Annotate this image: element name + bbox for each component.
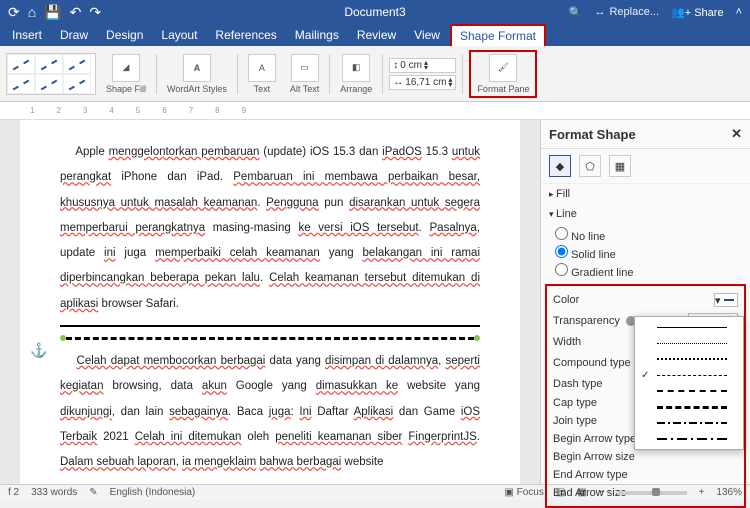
solid-line-shape[interactable] [60,325,480,327]
dash-option-square-dot[interactable] [635,351,743,367]
dash-option-round-dot[interactable] [635,335,743,351]
undo-icon[interactable]: ↶ [70,4,82,21]
replace-link[interactable]: ↔ Replace... [594,6,659,18]
color-picker[interactable]: ▾ [714,293,738,307]
dash-option-dash[interactable] [635,367,743,383]
width-label: Width [553,336,581,348]
panel-title: Format Shape [549,127,636,142]
zoom-slider[interactable] [617,491,687,495]
menubar: Insert Draw Design Layout References Mai… [0,24,750,46]
tab-layout[interactable]: Layout [153,25,205,45]
text-button[interactable]: AText [244,52,280,96]
home-icon[interactable]: ⌂ [28,4,36,20]
tab-insert[interactable]: Insert [4,25,50,45]
close-icon[interactable]: ✕ [731,126,742,142]
color-label: Color [553,294,579,306]
language-status[interactable]: English (Indonesia) [110,487,196,498]
tab-review[interactable]: Review [349,25,404,45]
arrange-button[interactable]: ◧Arrange [336,52,376,96]
focus-mode[interactable]: ▣ Focus [504,487,543,498]
cap-label: Cap type [553,397,597,409]
solid-line-radio[interactable]: Solid line [555,244,736,262]
dashed-line-shape[interactable] [60,335,480,341]
format-shape-panel: Format Shape ✕ ◆ ⬠ ▦ Fill Line No line S… [540,120,750,484]
paragraph-1: Apple menggelontorkan pembaruan (update)… [60,140,480,317]
tab-references[interactable]: References [207,25,284,45]
autosave-icon[interactable]: ⟳ [8,4,20,21]
fill-line-tab-icon[interactable]: ◆ [549,155,571,177]
begin-arrow-size-label: Begin Arrow size [553,451,635,463]
paragraph-2: Celah dapat membocorkan berbagai data ya… [60,349,480,475]
dash-option-long-dash-dot-dot[interactable] [635,431,743,447]
ruler[interactable]: 123456789 [0,102,750,120]
layout-tab-icon[interactable]: ▦ [609,155,631,177]
titlebar: ⟳ ⌂ 💾 ↶ ↷ Document3 🔍 ↔ Replace... 👥+ Sh… [0,0,750,24]
transparency-label: Transparency [553,315,620,327]
anchor-icon: ⚓ [30,335,47,366]
word-count[interactable]: 333 words [31,487,77,498]
spellcheck-icon[interactable]: ✎ [89,487,97,498]
compound-label: Compound type [553,357,631,369]
end-arrow-type-label: End Arrow type [553,469,628,481]
share-button[interactable]: 👥+ Share [671,6,724,19]
wordart-styles-button[interactable]: AWordArt Styles [163,52,231,96]
dash-option-solid[interactable] [635,319,743,335]
shape-fill-button[interactable]: ◢Shape Fill [102,52,150,96]
tab-shape-format[interactable]: Shape Format [450,24,546,46]
fill-section[interactable]: Fill [541,184,750,204]
page-status[interactable]: f 2 [8,487,19,498]
document-area[interactable]: Apple menggelontorkan pembaruan (update)… [0,120,540,484]
no-line-radio[interactable]: No line [555,226,736,244]
height-input[interactable]: ↕ 0 cm▴▾ [389,58,456,73]
dash-label: Dash type [553,378,603,390]
join-label: Join type [553,415,597,427]
ribbon-collapse-icon[interactable]: ˄ [736,6,742,18]
page: Apple menggelontorkan pembaruan (update)… [20,120,520,484]
end-arrow-size-label: End Arrow size [553,487,626,499]
search-box[interactable]: 🔍 [569,6,583,19]
tab-draw[interactable]: Draw [52,25,96,45]
save-icon[interactable]: 💾 [44,4,61,21]
tab-view[interactable]: View [406,25,448,45]
dash-option-long-dash[interactable] [635,399,743,415]
effects-tab-icon[interactable]: ⬠ [579,155,601,177]
dash-type-menu [634,316,744,450]
dash-option-dash-dot[interactable] [635,383,743,399]
tab-design[interactable]: Design [98,25,151,45]
document-title: Document3 [344,5,405,19]
dash-option-long-dash-dot[interactable] [635,415,743,431]
format-pane-button[interactable]: 🖌Format Pane [469,50,537,98]
width-input[interactable]: ↔ 16,71 cm▴▾ [389,75,456,90]
ribbon: ◢Shape Fill AWordArt Styles AText ▭Alt T… [0,46,750,102]
begin-arrow-type-label: Begin Arrow type [553,433,636,445]
gradient-line-radio[interactable]: Gradient line [555,262,736,280]
line-section[interactable]: Line [541,204,750,224]
tab-mailings[interactable]: Mailings [287,25,347,45]
shape-styles-gallery[interactable] [6,53,96,95]
redo-icon[interactable]: ↷ [89,4,101,21]
alt-text-button[interactable]: ▭Alt Text [286,52,323,96]
